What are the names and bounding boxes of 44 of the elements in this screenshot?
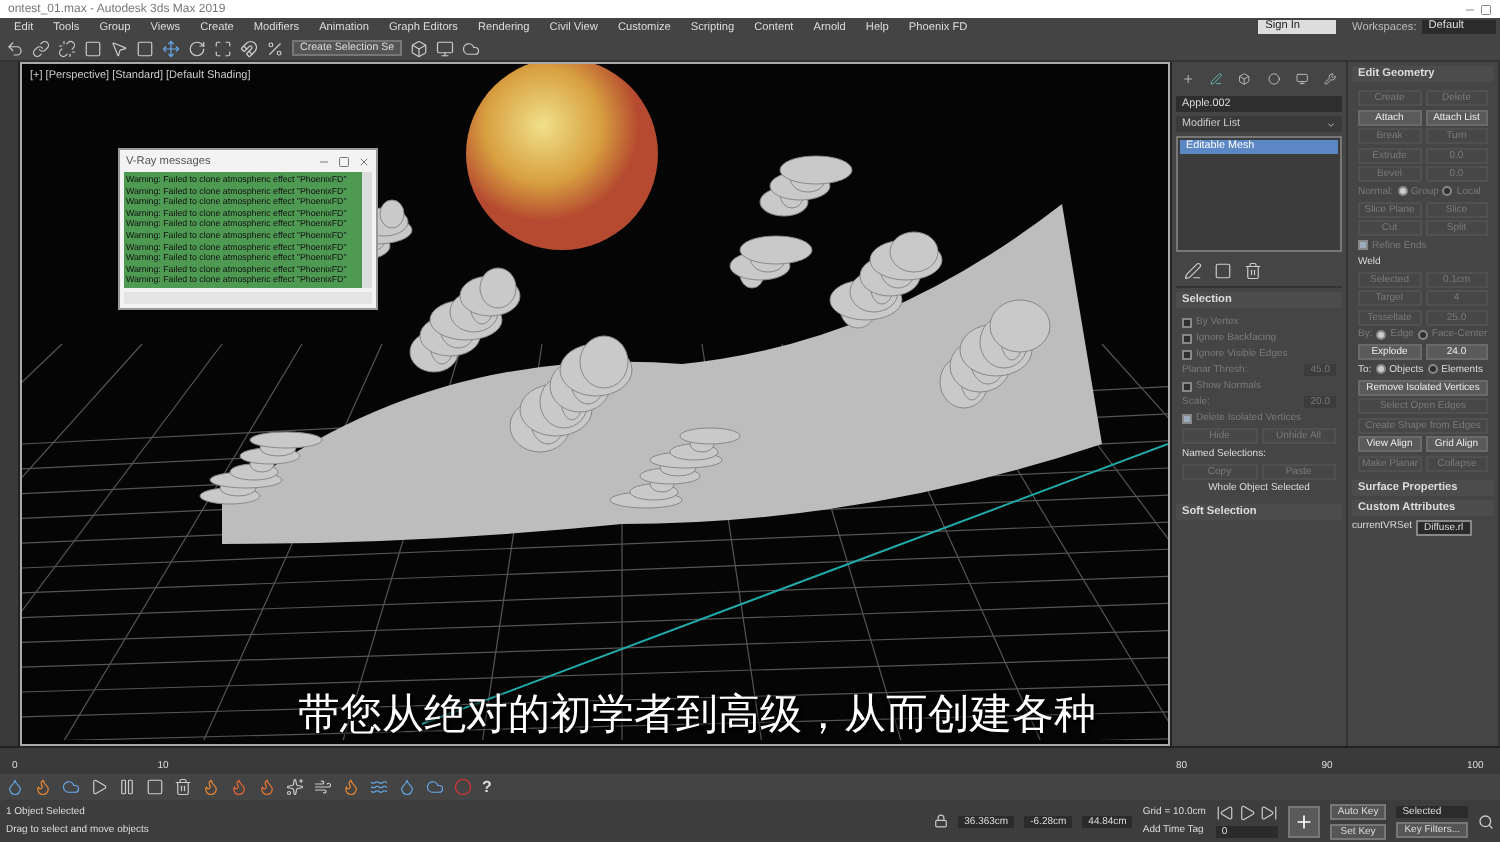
display-icon[interactable] bbox=[1295, 70, 1308, 88]
close-icon[interactable] bbox=[358, 155, 370, 167]
add-key-button[interactable] bbox=[1287, 805, 1320, 837]
scale-icon[interactable] bbox=[214, 39, 232, 57]
link-icon[interactable] bbox=[32, 39, 50, 57]
unlink-icon[interactable] bbox=[58, 39, 76, 57]
selection-region-icon[interactable] bbox=[136, 39, 154, 57]
move-icon[interactable] bbox=[162, 39, 180, 57]
flame-icon[interactable] bbox=[34, 778, 52, 796]
show-result-icon[interactable] bbox=[1214, 262, 1232, 280]
next-frame-icon[interactable] bbox=[1259, 804, 1278, 822]
stop-icon[interactable] bbox=[146, 778, 164, 796]
droplet-icon[interactable] bbox=[398, 778, 416, 796]
modify-icon[interactable] bbox=[1210, 70, 1223, 88]
plus-icon bbox=[1293, 811, 1314, 831]
radio-button[interactable] bbox=[1427, 364, 1438, 375]
maximize-icon[interactable] bbox=[1480, 3, 1492, 15]
droplet-icon[interactable] bbox=[6, 778, 24, 796]
undo-icon[interactable] bbox=[6, 39, 24, 57]
previous-frame-icon[interactable] bbox=[1215, 804, 1234, 822]
wind-icon[interactable] bbox=[314, 778, 332, 796]
help-icon[interactable]: ? bbox=[482, 778, 492, 796]
cloud-icon[interactable] bbox=[426, 778, 444, 796]
pause-icon[interactable] bbox=[118, 778, 136, 796]
radio-button[interactable] bbox=[1375, 364, 1386, 375]
search-icon[interactable] bbox=[1478, 813, 1494, 829]
sparkles-icon[interactable] bbox=[286, 778, 304, 796]
box-icon[interactable] bbox=[410, 39, 429, 57]
create-icon[interactable] bbox=[1182, 70, 1195, 88]
maximize-icon[interactable] bbox=[338, 155, 350, 167]
square-icon[interactable] bbox=[84, 39, 102, 57]
viewport[interactable] bbox=[20, 62, 1170, 746]
utilities-icon[interactable] bbox=[1323, 70, 1337, 88]
rotate-icon[interactable] bbox=[188, 39, 206, 57]
flame-icon[interactable] bbox=[342, 778, 360, 796]
play-icon[interactable] bbox=[1237, 804, 1256, 822]
trash-icon[interactable] bbox=[174, 778, 192, 796]
pointer-icon[interactable] bbox=[110, 39, 128, 57]
lock-icon[interactable] bbox=[934, 814, 949, 828]
waves-icon[interactable] bbox=[370, 778, 388, 796]
percent-snap-icon[interactable] bbox=[266, 39, 284, 57]
snap-icon[interactable] bbox=[240, 39, 258, 57]
cloud-icon[interactable] bbox=[62, 778, 80, 796]
play-icon[interactable] bbox=[90, 778, 108, 796]
